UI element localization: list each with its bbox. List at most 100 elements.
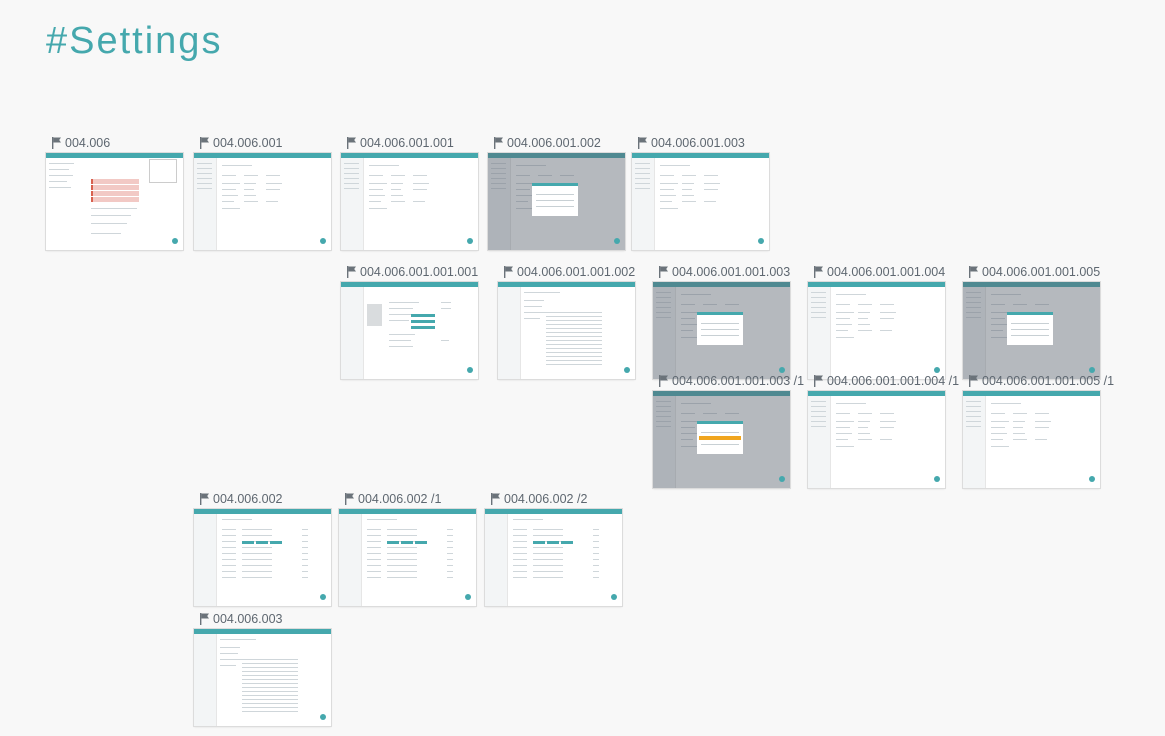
text-line: [242, 663, 298, 664]
text-line: [367, 541, 381, 542]
screen-id: 004.006.001.002: [507, 136, 601, 150]
screen-id: 004.006.002 /1: [358, 492, 442, 506]
text-line: [858, 427, 868, 428]
screen-thumbnail[interactable]: [653, 391, 790, 488]
tag-pill: [561, 541, 573, 544]
text-line: [811, 426, 826, 427]
text-line: [197, 173, 212, 174]
screen-thumbnail[interactable]: [488, 153, 625, 250]
text-line: [369, 183, 387, 184]
add-fab-button[interactable]: [934, 476, 940, 482]
text-line: [536, 194, 574, 195]
text-line: [811, 401, 826, 402]
text-line: [593, 565, 599, 566]
text-line: [344, 168, 359, 169]
text-line: [593, 577, 599, 578]
tag-pill: [411, 320, 435, 323]
text-line: [220, 653, 238, 654]
text-line: [441, 340, 449, 341]
add-fab-button[interactable]: [614, 238, 620, 244]
screen-thumbnail[interactable]: [653, 282, 790, 379]
text-line: [222, 571, 236, 572]
add-fab-button[interactable]: [611, 594, 617, 600]
text-line: [546, 340, 602, 341]
add-fab-button[interactable]: [1089, 367, 1095, 373]
add-fab-button[interactable]: [467, 367, 473, 373]
text-line: [242, 695, 298, 696]
text-line: [704, 189, 718, 190]
text-line: [220, 665, 236, 666]
screen-thumbnail[interactable]: [808, 282, 945, 379]
text-line: [635, 183, 650, 184]
text-line: [836, 413, 850, 414]
add-fab-button[interactable]: [779, 367, 785, 373]
screen-thumbnail[interactable]: [46, 153, 183, 250]
add-fab-button[interactable]: [1089, 476, 1095, 482]
text-line: [593, 541, 599, 542]
screen-thumbnail[interactable]: [963, 391, 1100, 488]
text-line: [244, 201, 258, 202]
text-line: [811, 292, 826, 293]
add-fab-button[interactable]: [172, 238, 178, 244]
add-fab-button[interactable]: [779, 476, 785, 482]
tag-pill: [533, 541, 545, 544]
flag-icon: [659, 375, 668, 387]
text-line: [513, 559, 527, 560]
screen-thumbnail[interactable]: [194, 153, 331, 250]
add-fab-button[interactable]: [320, 714, 326, 720]
event-block: [91, 179, 139, 184]
flag-icon: [200, 493, 209, 505]
screen-thumbnail[interactable]: [485, 509, 622, 606]
text-line: [389, 320, 409, 321]
text-line: [533, 577, 563, 578]
screen-thumbnail[interactable]: [194, 629, 331, 726]
text-line: [369, 189, 383, 190]
sidebar: [194, 158, 217, 250]
text-line: [222, 565, 236, 566]
text-line: [858, 312, 870, 313]
add-fab-button[interactable]: [934, 367, 940, 373]
text-line: [1013, 427, 1023, 428]
text-line: [682, 195, 694, 196]
add-fab-button[interactable]: [467, 238, 473, 244]
text-line: [242, 559, 272, 560]
modal-dialog: [532, 183, 578, 216]
screen-thumbnail[interactable]: [498, 282, 635, 379]
text-line: [836, 318, 850, 319]
screen-thumbnail[interactable]: [341, 282, 478, 379]
text-line: [1035, 427, 1049, 428]
text-line: [880, 312, 896, 313]
text-line: [197, 168, 212, 169]
text-line: [966, 421, 981, 422]
text-line: [197, 188, 212, 189]
text-line: [1011, 335, 1049, 336]
add-fab-button[interactable]: [758, 238, 764, 244]
screen-thumbnail[interactable]: [632, 153, 769, 250]
screen-id: 004.006.002 /2: [504, 492, 588, 506]
screen-thumbnail[interactable]: [808, 391, 945, 488]
screen-id: 004.006.001.001.004 /1: [827, 374, 960, 388]
screen-thumbnail[interactable]: [194, 509, 331, 606]
text-line: [244, 195, 256, 196]
text-line: [244, 189, 254, 190]
text-line: [389, 340, 411, 341]
text-line: [546, 348, 602, 349]
screen-thumbnail[interactable]: [339, 509, 476, 606]
text-line: [242, 535, 272, 536]
text-line: [880, 330, 892, 331]
flag-icon: [347, 266, 356, 278]
add-fab-button[interactable]: [320, 594, 326, 600]
text-line: [593, 571, 599, 572]
screen-thumbnail[interactable]: [963, 282, 1100, 379]
sidebar: [194, 634, 217, 726]
text-line: [704, 175, 718, 176]
text-line: [242, 699, 298, 700]
text-line: [302, 547, 308, 548]
text-line: [966, 401, 981, 402]
text-line: [413, 183, 429, 184]
add-fab-button[interactable]: [624, 367, 630, 373]
text-line: [660, 165, 690, 166]
add-fab-button[interactable]: [320, 238, 326, 244]
screen-thumbnail[interactable]: [341, 153, 478, 250]
add-fab-button[interactable]: [465, 594, 471, 600]
